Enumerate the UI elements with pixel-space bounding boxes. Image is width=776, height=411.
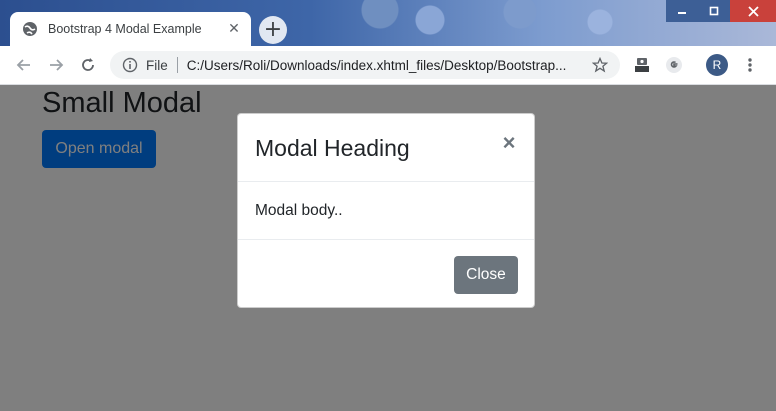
close-icon[interactable]	[730, 0, 776, 22]
info-icon[interactable]	[122, 57, 138, 73]
browser-toolbar: File C:/Users/Roli/Downloads/index.xhtml…	[0, 46, 776, 85]
reload-icon[interactable]	[76, 53, 100, 77]
close-button[interactable]: Close	[454, 256, 518, 294]
browser-window: Bootstrap 4 Modal Example ✕ + File C:/Us…	[0, 0, 776, 411]
tab-active[interactable]: Bootstrap 4 Modal Example ✕	[10, 12, 251, 46]
bookmark-star-icon[interactable]	[590, 55, 610, 75]
profile-avatar[interactable]: R	[706, 54, 728, 76]
tab-title: Bootstrap 4 Modal Example	[48, 22, 202, 36]
google-icon[interactable]	[662, 53, 686, 77]
modal-close-icon[interactable]: ×	[500, 132, 518, 154]
minimize-icon[interactable]	[666, 0, 698, 22]
address-bar[interactable]: File C:/Users/Roli/Downloads/index.xhtml…	[110, 51, 620, 79]
modal-title: Modal Heading	[255, 135, 410, 161]
modal-header: Modal Heading ×	[238, 114, 534, 182]
maximize-icon[interactable]	[698, 0, 730, 22]
more-menu-icon[interactable]	[738, 53, 762, 77]
modal-body: Modal body..	[255, 202, 343, 219]
tab-strip: Bootstrap 4 Modal Example ✕ +	[0, 0, 776, 46]
modal-dialog: Modal Heading × Modal body.. Close	[237, 113, 535, 308]
forward-arrow-icon[interactable]	[44, 53, 68, 77]
site-info-label: File	[146, 57, 168, 73]
address-separator	[176, 57, 178, 73]
tab-close-icon[interactable]: ✕	[225, 20, 243, 38]
globe-icon	[22, 21, 38, 37]
modal-footer: Close	[238, 239, 534, 308]
page-viewport: Small Modal Open modal Modal Heading × M…	[0, 85, 776, 411]
new-tab-button[interactable]: +	[259, 16, 287, 44]
extension-icon[interactable]	[630, 53, 654, 77]
url-text[interactable]: C:/Users/Roli/Downloads/index.xhtml_file…	[187, 58, 590, 73]
back-arrow-icon[interactable]	[12, 53, 36, 77]
